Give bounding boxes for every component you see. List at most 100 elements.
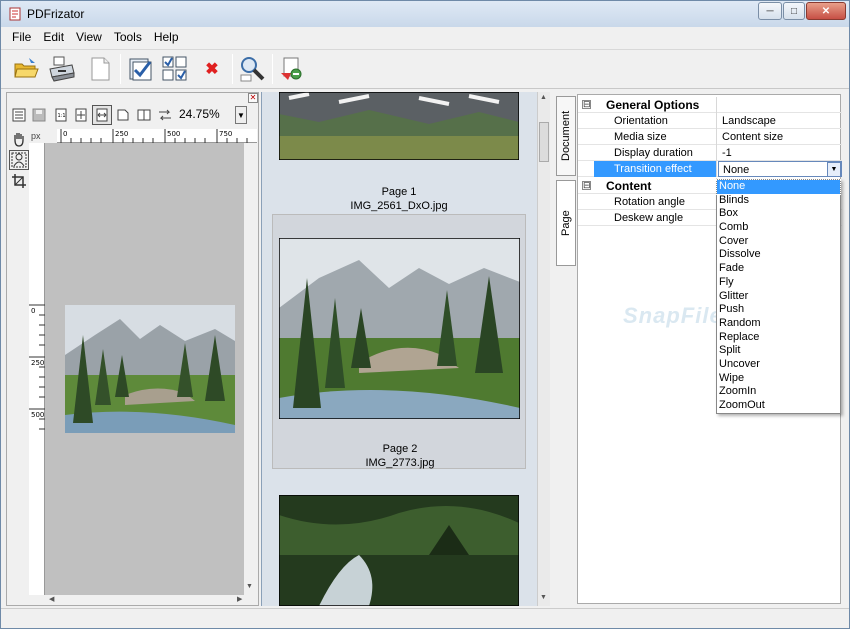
check-page-button[interactable] [125, 54, 155, 84]
single-page-button[interactable] [113, 105, 133, 125]
scan-button[interactable] [47, 54, 77, 84]
ruler-tick-label: 0 [63, 130, 67, 138]
preview-pane: ✕ 1:1 24.75% ▼ px 0 250 500 750 0 250 50… [6, 92, 259, 606]
thumbnail-pane: Page 1 IMG_2561_DxO.jpg Page 2 IMG_2773.… [261, 92, 550, 606]
property-group-general[interactable]: ⊟ General Options [578, 97, 842, 113]
new-document-icon [91, 57, 110, 81]
page-thumbnail[interactable] [272, 493, 526, 606]
select-tool[interactable] [9, 150, 29, 170]
crop-tool[interactable] [9, 171, 29, 191]
dropdown-option-dissolve[interactable]: Dissolve [717, 248, 840, 262]
dropdown-option-split[interactable]: Split [717, 344, 840, 358]
dropdown-option-comb[interactable]: Comb [717, 221, 840, 235]
dropdown-option-zoomout[interactable]: ZoomOut [717, 399, 840, 413]
fit-page-icon [75, 108, 87, 122]
dropdown-option-fade[interactable]: Fade [717, 262, 840, 276]
delete-icon: ✖ [205, 61, 219, 78]
minimize-button[interactable]: ─ [758, 2, 782, 20]
dropdown-option-wipe[interactable]: Wipe [717, 372, 840, 386]
tab-page[interactable]: Page [556, 180, 576, 266]
property-value[interactable]: Landscape [718, 113, 842, 129]
property-value[interactable]: -1 [718, 145, 842, 161]
chevron-down-icon[interactable]: ▼ [827, 162, 841, 177]
actual-size-icon: 1:1 [55, 108, 67, 122]
convert-button[interactable] [277, 54, 307, 84]
transition-effect-select[interactable]: None ▼ [718, 161, 842, 177]
property-row-display-duration[interactable]: Display duration -1 [578, 145, 842, 161]
property-row-transition-effect[interactable]: Transition effect None ▼ [578, 161, 842, 177]
tab-document[interactable]: Document [556, 96, 576, 176]
menu-bar: File Edit View Tools Help [1, 28, 849, 48]
menu-view[interactable]: View [70, 28, 108, 48]
preview-horizontal-scrollbar[interactable]: ◀ ▶ [45, 595, 256, 605]
menu-help[interactable]: Help [148, 28, 185, 48]
property-value: None [723, 164, 750, 176]
vruler-tick-label: 500 [31, 411, 44, 419]
property-row-media-size[interactable]: Media size Content size [578, 129, 842, 145]
page-label: Page 2 [382, 443, 418, 455]
zoom-dropdown[interactable]: ▼ [235, 106, 247, 124]
select-person-icon [11, 152, 27, 168]
menu-file[interactable]: File [6, 28, 37, 48]
list-icon [12, 108, 26, 122]
dropdown-option-glitter[interactable]: Glitter [717, 290, 840, 304]
property-row-orientation[interactable]: Orientation Landscape [578, 113, 842, 129]
preview-tools [7, 129, 29, 209]
fit-width-button[interactable] [92, 105, 112, 125]
save-button[interactable] [29, 105, 49, 125]
page-thumbnail[interactable]: Page 1 IMG_2561_DxO.jpg [272, 92, 526, 212]
toolbar-separator [272, 54, 273, 84]
ruler-ticks: 0 250 500 750 [60, 129, 248, 143]
dropdown-option-random[interactable]: Random [717, 317, 840, 331]
thumbnail-scrollbar[interactable]: ▲ ▼ [537, 92, 550, 606]
page-3-image [279, 495, 519, 606]
hand-tool[interactable] [9, 129, 29, 149]
dropdown-option-push[interactable]: Push [717, 303, 840, 317]
fit-page-button[interactable] [71, 105, 91, 125]
ruler-tick-label: 250 [115, 130, 128, 138]
preview-canvas[interactable] [45, 143, 256, 595]
preview-page-image [65, 305, 235, 433]
window-title: PDFrizator [27, 7, 85, 21]
dropdown-option-zoomin[interactable]: ZoomIn [717, 385, 840, 399]
hand-icon [14, 133, 24, 147]
vruler-tick-label: 250 [31, 359, 44, 367]
two-page-icon [137, 109, 151, 121]
new-document-button[interactable] [85, 54, 115, 84]
page-thumbnail-selected[interactable]: Page 2 IMG_2773.jpg [272, 214, 526, 469]
dropdown-option-uncover[interactable]: Uncover [717, 358, 840, 372]
dropdown-option-box[interactable]: Box [717, 207, 840, 221]
dropdown-option-none[interactable]: None [716, 179, 841, 195]
property-label: Transition effect [594, 161, 717, 177]
preview-vertical-scrollbar[interactable]: ▼ [244, 143, 256, 595]
rotate-button[interactable] [155, 105, 175, 125]
svg-text:1:1: 1:1 [58, 113, 66, 119]
delete-button[interactable]: ✖ [197, 54, 227, 84]
close-button[interactable]: ✕ [806, 2, 846, 20]
preview-close-button[interactable]: ✕ [248, 93, 258, 103]
menu-tools[interactable]: Tools [108, 28, 148, 48]
maximize-button[interactable]: □ [783, 2, 805, 20]
dropdown-option-replace[interactable]: Replace [717, 331, 840, 345]
dropdown-option-blinds[interactable]: Blinds [717, 194, 840, 208]
collapse-icon[interactable]: ⊟ [582, 100, 591, 109]
toolbar-separator [232, 54, 233, 84]
open-folder-button[interactable] [11, 54, 41, 84]
property-label: Display duration [594, 145, 717, 161]
dropdown-option-fly[interactable]: Fly [717, 276, 840, 290]
app-window: PDFrizator ─ □ ✕ File Edit View Tools He… [0, 0, 850, 629]
menu-edit[interactable]: Edit [37, 28, 70, 48]
collapse-icon[interactable]: ⊟ [582, 181, 591, 190]
dropdown-option-cover[interactable]: Cover [717, 235, 840, 249]
property-value[interactable]: Content size [718, 129, 842, 145]
find-button[interactable] [237, 54, 267, 84]
ruler-tick-label: 500 [167, 130, 180, 138]
list-view-button[interactable] [9, 105, 29, 125]
group-label: Content [594, 178, 717, 194]
actual-size-button[interactable]: 1:1 [51, 105, 71, 125]
zoom-input[interactable]: 24.75% [179, 106, 225, 124]
select-pages-button[interactable] [160, 54, 190, 84]
two-page-button[interactable] [134, 105, 154, 125]
page-filename: IMG_2561_DxO.jpg [350, 200, 448, 212]
title-bar: PDFrizator ─ □ ✕ [1, 1, 849, 27]
